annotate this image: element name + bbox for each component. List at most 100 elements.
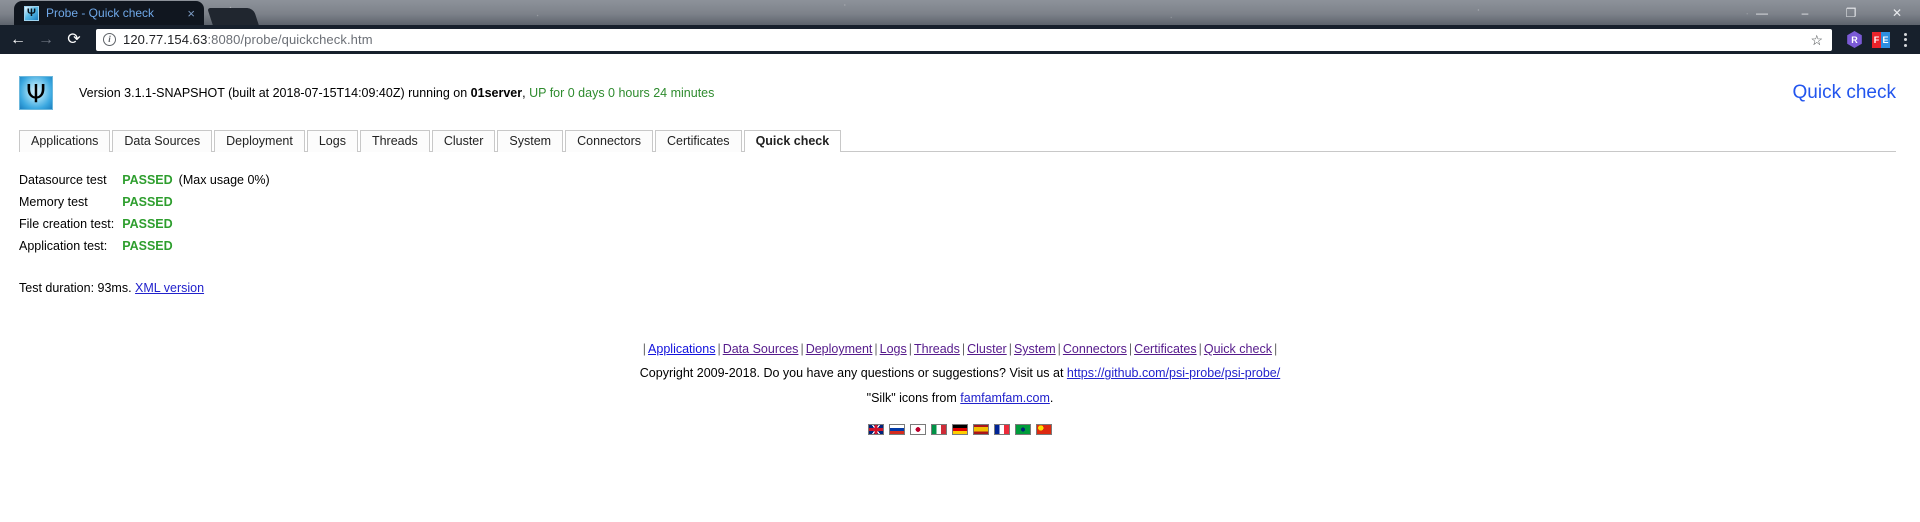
uptime-text: UP for 0 days 0 hours 24 minutes xyxy=(525,86,715,100)
url-input[interactable]: 120.77.154.63:8080/probe/quickcheck.htm xyxy=(123,32,1803,47)
language-flags xyxy=(0,424,1920,436)
footer-sep: | xyxy=(717,342,721,356)
silk-prefix: "Silk" icons from xyxy=(866,390,961,405)
footer-sep: | xyxy=(642,342,647,356)
probe-tabstrip: Applications Data Sources Deployment Log… xyxy=(19,129,1896,152)
page-content: Ψ Version 3.1.1-SNAPSHOT (built at 2018-… xyxy=(0,54,1920,522)
server-name: 01server xyxy=(470,86,523,100)
flag-es-icon[interactable] xyxy=(973,424,989,436)
browser-menu-icon[interactable] xyxy=(1899,32,1912,47)
tab-applications[interactable]: Applications xyxy=(19,130,111,152)
footer-link-logs[interactable]: Logs xyxy=(880,342,907,356)
famfamfam-link[interactable]: famfamfam.com xyxy=(960,391,1050,405)
result-label-memory: Memory test xyxy=(19,195,88,209)
flag-fr-icon[interactable] xyxy=(994,424,1010,436)
tab-certificates[interactable]: Certificates xyxy=(655,130,742,152)
result-status-datasource: PASSED xyxy=(122,173,173,187)
window-controls: — – ❐ ✕ xyxy=(1742,0,1920,25)
reload-icon[interactable]: ⟳ xyxy=(60,27,88,53)
result-status-application: PASSED xyxy=(122,239,173,253)
copyright-line: Copyright 2009-2018. Do you have any que… xyxy=(0,361,1920,385)
tab-data-sources[interactable]: Data Sources xyxy=(112,130,213,152)
footer-sep: | xyxy=(1128,342,1133,356)
bookmark-star-icon[interactable]: ☆ xyxy=(1810,33,1825,47)
footer-sep: | xyxy=(1008,342,1012,356)
result-status-file-creation: PASSED xyxy=(122,217,173,231)
unmaximize-button[interactable]: — xyxy=(1742,0,1782,25)
forward-icon[interactable]: → xyxy=(32,27,60,53)
table-row: Memory test PASSED xyxy=(19,191,270,213)
silk-suffix: . xyxy=(1049,390,1054,405)
url-host: 120.77.154.63 xyxy=(123,32,208,47)
extension-r-icon[interactable]: R xyxy=(1847,31,1862,48)
flag-it-icon[interactable] xyxy=(931,424,947,436)
footer-sep: | xyxy=(1273,342,1278,356)
result-status-memory: PASSED xyxy=(122,195,173,209)
result-note-memory xyxy=(179,191,270,213)
result-label-application: Application test: xyxy=(19,239,108,253)
footer-link-deployment[interactable]: Deployment xyxy=(806,342,873,356)
footer-sep: | xyxy=(1057,342,1061,356)
test-duration-text: Test duration: 93ms. xyxy=(19,281,132,295)
result-label-datasource: Datasource test xyxy=(19,173,107,187)
flag-ru-icon[interactable] xyxy=(889,424,905,436)
flag-ja-icon[interactable] xyxy=(910,424,926,436)
flag-pt-br-icon[interactable] xyxy=(1015,424,1031,436)
footer-sep: | xyxy=(1198,342,1202,356)
psi-probe-logo-icon: Ψ xyxy=(19,76,53,110)
tab-quick-check[interactable]: Quick check xyxy=(743,130,842,152)
footer-link-cluster[interactable]: Cluster xyxy=(967,342,1007,356)
maximize-button[interactable]: ❐ xyxy=(1828,0,1874,25)
browser-tab[interactable]: Ψ Probe - Quick check × xyxy=(14,1,204,25)
flag-en-icon[interactable] xyxy=(868,424,884,436)
minimize-button[interactable]: – xyxy=(1782,0,1828,25)
tab-threads[interactable]: Threads xyxy=(359,130,430,152)
flag-de-icon[interactable] xyxy=(952,424,968,436)
footer-link-connectors[interactable]: Connectors xyxy=(1063,342,1127,356)
quick-check-results-table: Datasource test PASSED (Max usage 0%) Me… xyxy=(19,169,270,257)
footer-sep: | xyxy=(874,342,878,356)
new-tab-button[interactable] xyxy=(207,8,259,25)
tab-cluster[interactable]: Cluster xyxy=(431,130,496,152)
footer-nav: | Applications | Data Sources | Deployment | Lo… xyxy=(0,337,1920,361)
extension-toolbar: R F E xyxy=(1838,31,1912,48)
xml-version-link[interactable]: XML version xyxy=(135,281,204,295)
copyright-text: Copyright 2009-2018. Do you have any que… xyxy=(639,366,1067,381)
result-note-application xyxy=(179,235,270,257)
version-prefix: Version 3.1.1-SNAPSHOT (built at 2018-07… xyxy=(79,86,471,100)
probe-header: Ψ Version 3.1.1-SNAPSHOT (built at 2018-… xyxy=(0,54,1920,110)
extension-fe-icon[interactable]: F E xyxy=(1872,31,1890,48)
browser-tab-title: Probe - Quick check xyxy=(46,6,155,20)
test-duration: Test duration: 93ms. XML version xyxy=(19,281,1920,295)
browser-title-bar: Ψ Probe - Quick check × — – ❐ ✕ xyxy=(0,0,1920,25)
footer-link-data-sources[interactable]: Data Sources xyxy=(723,342,799,356)
tab-deployment[interactable]: Deployment xyxy=(214,130,305,152)
footer-link-threads[interactable]: Threads xyxy=(914,342,960,356)
tab-logs[interactable]: Logs xyxy=(306,130,358,152)
extension-fe-right: E xyxy=(1881,31,1890,48)
browser-toolbar: ← → ⟳ i 120.77.154.63:8080/probe/quickch… xyxy=(0,25,1920,54)
footer-link-system[interactable]: System xyxy=(1014,342,1056,356)
close-window-button[interactable]: ✕ xyxy=(1874,0,1920,25)
footer-sep: | xyxy=(908,342,912,356)
browser-window: Ψ Probe - Quick check × — – ❐ ✕ ← → ⟳ i … xyxy=(0,0,1920,522)
page-footer: | Applications | Data Sources | Deployment | Lo… xyxy=(0,337,1920,436)
extension-fe-left: F xyxy=(1872,31,1881,48)
address-bar[interactable]: i 120.77.154.63:8080/probe/quickcheck.ht… xyxy=(96,28,1832,51)
page-title: Quick check xyxy=(1792,82,1896,103)
tab-connectors[interactable]: Connectors xyxy=(565,130,654,152)
back-icon[interactable]: ← xyxy=(4,27,32,53)
project-url-link[interactable]: https://github.com/psi-probe/psi-probe/ xyxy=(1067,366,1280,380)
footer-link-quick-check[interactable]: Quick check xyxy=(1204,342,1272,356)
version-info: Version 3.1.1-SNAPSHOT (built at 2018-07… xyxy=(79,86,714,100)
site-info-icon[interactable]: i xyxy=(103,33,116,46)
table-row: File creation test: PASSED xyxy=(19,213,270,235)
footer-link-certificates[interactable]: Certificates xyxy=(1134,342,1197,356)
flag-zh-icon[interactable] xyxy=(1036,424,1052,436)
tab-system[interactable]: System xyxy=(497,130,564,152)
result-note-datasource: (Max usage 0%) xyxy=(178,173,270,187)
close-tab-icon[interactable]: × xyxy=(184,7,198,20)
psi-favicon-icon: Ψ xyxy=(24,5,39,21)
table-row: Application test: PASSED xyxy=(19,235,270,257)
footer-link-applications[interactable]: Applications xyxy=(648,342,715,356)
